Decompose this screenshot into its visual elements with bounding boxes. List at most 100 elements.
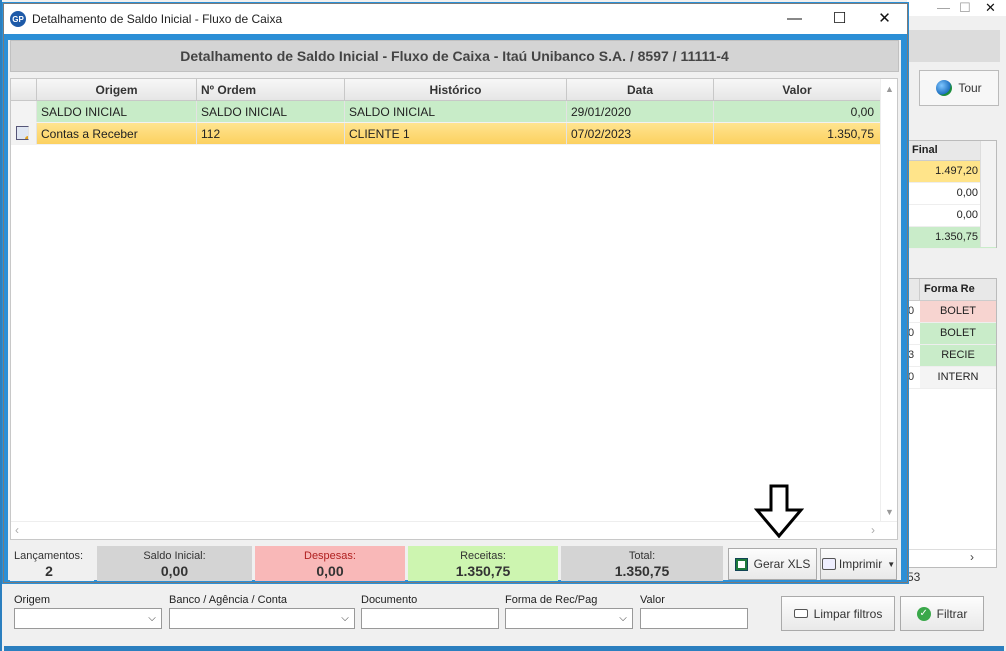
table-row[interactable]: SALDO INICIAL SALDO INICIAL SALDO INICIA… — [11, 101, 897, 123]
grid-vertical-scrollbar[interactable]: ▲ ▼ — [880, 79, 897, 521]
row-selector[interactable] — [11, 123, 37, 144]
imprimir-button[interactable]: Imprimir ▼ — [820, 548, 897, 580]
banco-select[interactable]: ⌵ — [169, 608, 355, 629]
table-cell: RECIE — [920, 345, 996, 366]
limpar-filtros-label: Limpar filtros — [813, 606, 883, 621]
background-balance-grid[interactable]: Final 1.497,20 0,00 0,00 1.350,75 — [907, 140, 997, 249]
lancamentos-label: Lançamentos: — [14, 550, 84, 562]
printer-icon — [821, 558, 836, 570]
background-grid2-hscroll[interactable]: › — [908, 549, 996, 567]
total-value: 1.350,75 — [614, 563, 670, 579]
cell-origem: Contas a Receber — [37, 123, 197, 144]
valor-input[interactable] — [640, 608, 748, 629]
window-controls: — ☐ ✕ — [772, 4, 907, 32]
dialog-titlebar[interactable]: GP Detalhamento de Saldo Inicial - Fluxo… — [4, 4, 907, 34]
banco-filter-label: Banco / Agência / Conta — [169, 594, 288, 606]
summary-bar: Lançamentos: 2 Saldo Inicial: 0,00 Despe… — [10, 546, 723, 582]
background-close-icon[interactable]: ✕ — [985, 0, 996, 16]
documento-filter: Documento — [361, 594, 499, 629]
background-minimize-icon[interactable]: — — [937, 0, 950, 15]
grid-header-selector[interactable] — [11, 79, 37, 100]
maximize-icon[interactable]: ☐ — [817, 4, 862, 32]
cell-data: 29/01/2020 — [567, 101, 714, 122]
table-row[interactable]: Contas a Receber 112 CLIENTE 1 07/02/202… — [11, 123, 897, 145]
limpar-filtros-button[interactable]: Limpar filtros — [781, 596, 895, 631]
filtrar-label: Filtrar — [936, 606, 968, 621]
filtrar-button[interactable]: ✓ Filtrar — [900, 596, 984, 631]
background-titlebar: — ☐ ✕ — [907, 0, 1006, 16]
dialog-title: Detalhamento de Saldo Inicial - Fluxo de… — [32, 12, 283, 26]
forma-select[interactable]: ⌵ — [505, 608, 633, 629]
documento-input[interactable] — [361, 608, 499, 629]
background-grid-scrollbar[interactable] — [980, 141, 996, 247]
background-payment-grid[interactable]: Forma Re 0 BOLET 0 BOLET 3 RECIE 0 INTER… — [907, 278, 997, 568]
scroll-up-icon[interactable]: ▲ — [881, 81, 898, 98]
chevron-down-icon[interactable]: ⌵ — [336, 609, 354, 628]
background-record-count: 53 — [907, 570, 921, 584]
globe-icon — [936, 80, 953, 96]
valor-filter: Valor — [640, 594, 748, 629]
origem-filter: Origem ⌵ — [14, 594, 162, 629]
chevron-down-icon[interactable]: ⌵ — [143, 609, 161, 628]
dropdown-caret-icon[interactable]: ▼ — [887, 560, 895, 569]
summary-total: Total: 1.350,75 — [561, 546, 723, 581]
scroll-right-icon[interactable]: › — [871, 522, 875, 539]
table-row[interactable]: 0 BOLET — [908, 323, 996, 345]
background-toolbar-strip — [907, 30, 1000, 62]
background-maximize-icon[interactable]: ☐ — [959, 0, 971, 16]
table-cell: 3 — [908, 349, 915, 361]
close-icon[interactable]: ✕ — [862, 4, 907, 32]
account-header: Detalhamento de Saldo Inicial - Fluxo de… — [10, 40, 899, 72]
cell-historico: CLIENTE 1 — [345, 123, 567, 144]
total-label: Total: — [628, 550, 656, 562]
despesas-label: Despesas: — [304, 550, 356, 562]
gerar-xls-label: Gerar XLS — [753, 557, 811, 571]
table-cell: BOLET — [920, 301, 996, 322]
table-row[interactable]: 0 BOLET — [908, 301, 996, 323]
table-cell: 0 — [908, 305, 915, 317]
valor-filter-label: Valor — [640, 594, 665, 606]
table-cell: 0 — [908, 327, 915, 339]
saldo-label: Saldo Inicial: — [143, 550, 206, 562]
grid-header: Origem Nº Ordem Histórico Data Valor — [11, 79, 897, 101]
summary-saldo-inicial: Saldo Inicial: 0,00 — [97, 546, 252, 581]
banco-filter: Banco / Agência / Conta ⌵ — [169, 594, 355, 629]
summary-lancamentos: Lançamentos: 2 — [10, 546, 94, 581]
summary-despesas: Despesas: 0,00 — [255, 546, 405, 581]
filter-bar: Origem ⌵ Banco / Agência / Conta ⌵ Docum… — [4, 586, 1004, 646]
tour-button[interactable]: Tour — [919, 70, 999, 106]
table-cell: BOLET — [920, 323, 996, 344]
table-row[interactable]: 3 RECIE — [908, 345, 996, 367]
column-header-valor[interactable]: Valor — [714, 79, 881, 100]
summary-receitas: Receitas: 1.350,75 — [408, 546, 558, 581]
column-header-data[interactable]: Data — [567, 79, 714, 100]
gerar-xls-button[interactable]: Gerar XLS — [728, 548, 817, 580]
table-row[interactable]: 0 INTERN — [908, 367, 996, 389]
chevron-down-icon[interactable]: ⌵ — [614, 609, 632, 628]
scroll-down-icon[interactable]: ▼ — [881, 504, 898, 521]
row-selector[interactable] — [11, 101, 37, 122]
imprimir-label: Imprimir — [838, 557, 883, 571]
cell-data: 07/02/2023 — [567, 123, 714, 144]
scroll-left-icon[interactable]: ‹ — [15, 522, 19, 539]
app-logo-icon: GP — [10, 11, 26, 27]
eraser-icon — [793, 609, 808, 618]
window-border — [4, 646, 1004, 651]
cell-ordem: SALDO INICIAL — [197, 101, 345, 122]
minimize-icon[interactable]: — — [772, 4, 817, 32]
cell-origem: SALDO INICIAL — [37, 101, 197, 122]
column-header-ordem[interactable]: Nº Ordem — [197, 79, 345, 100]
entries-grid[interactable]: Origem Nº Ordem Histórico Data Valor SAL… — [10, 78, 898, 540]
column-header-origem[interactable]: Origem — [37, 79, 197, 100]
background-grid2-header-label[interactable]: Forma Re — [920, 279, 975, 300]
table-cell: 0 — [908, 371, 915, 383]
documento-filter-label: Documento — [361, 594, 418, 606]
cell-ordem: 112 — [197, 123, 345, 144]
record-edit-icon — [16, 126, 29, 140]
cell-historico: SALDO INICIAL — [345, 101, 567, 122]
origem-select[interactable]: ⌵ — [14, 608, 162, 629]
table-cell: INTERN — [920, 367, 996, 388]
column-header-historico[interactable]: Histórico — [345, 79, 567, 100]
cell-valor: 0,00 — [714, 101, 881, 122]
receitas-label: Receitas: — [460, 550, 506, 562]
